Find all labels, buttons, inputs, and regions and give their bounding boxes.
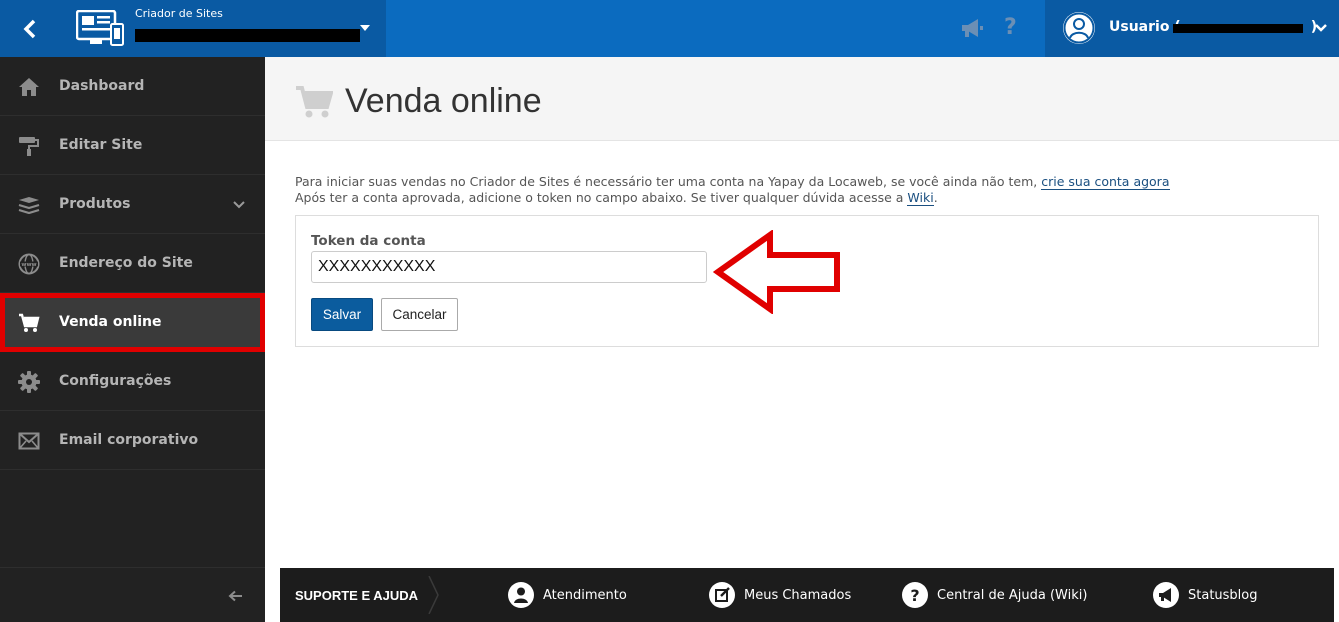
cart-icon [296,86,333,118]
intro-end: . [933,190,938,205]
sidebar-item-label: Venda online [59,314,162,330]
arrow-left-icon [228,590,242,602]
footer-link-label: Meus Chamados [744,587,852,603]
annotation-arrow-icon [713,230,840,314]
page-header: Venda online [265,57,1339,141]
footer-link-label: Central de Ajuda (Wiki) [937,587,1088,603]
main-content: Venda online Para iniciar suas vendas no… [265,57,1339,622]
save-button[interactable]: Salvar [311,298,373,331]
user-name-prefix: Usuario ( [1109,19,1181,35]
sidebar-item-endereco-do-site[interactable]: www Endereço do Site [0,234,265,293]
sidebar-item-label: Editar Site [59,137,143,153]
globe-www-icon: www [18,253,40,275]
question-circle-icon: ? [902,582,928,608]
site-name-redacted [135,29,360,42]
wiki-link[interactable]: Wiki [907,190,934,206]
sidebar-item-label: Configurações [59,373,172,389]
envelope-icon [18,430,40,452]
footer-link-label: Atendimento [543,587,627,603]
sidebar: Dashboard Editar Site Produtos www Ender… [0,57,265,622]
sidebar-item-email-corporativo[interactable]: Email corporativo [0,411,265,470]
sidebar-item-label: Email corporativo [59,432,199,448]
megaphone-icon[interactable] [960,17,984,39]
support-footer: SUPORTE E AJUDA Atendimento Meus Chamado… [280,568,1334,622]
gear-icon [18,371,40,393]
chevron-left-icon [23,19,36,38]
cart-icon [18,312,40,334]
footer-link-statusblog[interactable]: Statusblog [1153,582,1258,608]
site-label: Criador de Sites [135,7,223,20]
sidebar-item-label: Produtos [59,196,131,212]
user-icon [1063,12,1095,44]
sidebar-item-venda-online[interactable]: Venda online [0,293,265,352]
sidebar-item-editar-site[interactable]: Editar Site [0,116,265,175]
layers-icon [18,194,40,216]
help-icon[interactable]: ? [1004,14,1017,42]
caret-down-icon [360,25,370,31]
avatar [1063,12,1095,44]
site-builder-logo-icon [76,10,124,46]
chevron-down-icon [1315,24,1327,32]
edit-icon [709,582,735,608]
sidebar-item-label: Dashboard [59,78,145,94]
footer-link-label: Statusblog [1188,587,1258,603]
footer-link-meus-chamados[interactable]: Meus Chamados [709,582,851,608]
footer-link-central-de-ajuda[interactable]: ? Central de Ajuda (Wiki) [902,582,1087,608]
paint-roller-icon [18,135,40,157]
footer-separator [428,576,439,614]
cancel-button[interactable]: Cancelar [381,298,458,331]
megaphone-icon [1153,582,1179,608]
back-button[interactable] [0,0,60,57]
site-selector[interactable]: Criador de Sites [60,0,386,57]
sidebar-item-produtos[interactable]: Produtos [0,175,265,234]
user-circle-icon [508,582,534,608]
token-label: Token da conta [311,233,426,249]
sidebar-item-configuracoes[interactable]: Configurações [0,352,265,411]
top-bar: Criador de Sites ? Usuario () [0,0,1339,57]
intro-line-1: Para iniciar suas vendas no Criador de S… [295,174,1042,189]
sidebar-item-dashboard[interactable]: Dashboard [0,57,265,116]
page-title: Venda online [345,82,542,120]
sidebar-collapse[interactable] [0,567,265,622]
intro-text: Para iniciar suas vendas no Criador de S… [295,174,1170,206]
svg-text:?: ? [910,586,919,605]
home-icon [18,76,40,98]
user-menu[interactable]: Usuario () [1045,0,1339,57]
sidebar-item-label: Endereço do Site [59,255,193,271]
intro-line-2: Após ter a conta aprovada, adicione o to… [295,190,908,205]
chevron-down-icon [233,201,245,209]
create-account-link[interactable]: crie sua conta agora [1041,174,1170,190]
footer-title: SUPORTE E AJUDA [295,588,419,603]
user-name-redacted [1173,24,1303,33]
token-input[interactable] [311,251,707,283]
svg-text:www: www [21,262,36,268]
footer-link-atendimento[interactable]: Atendimento [508,582,627,608]
